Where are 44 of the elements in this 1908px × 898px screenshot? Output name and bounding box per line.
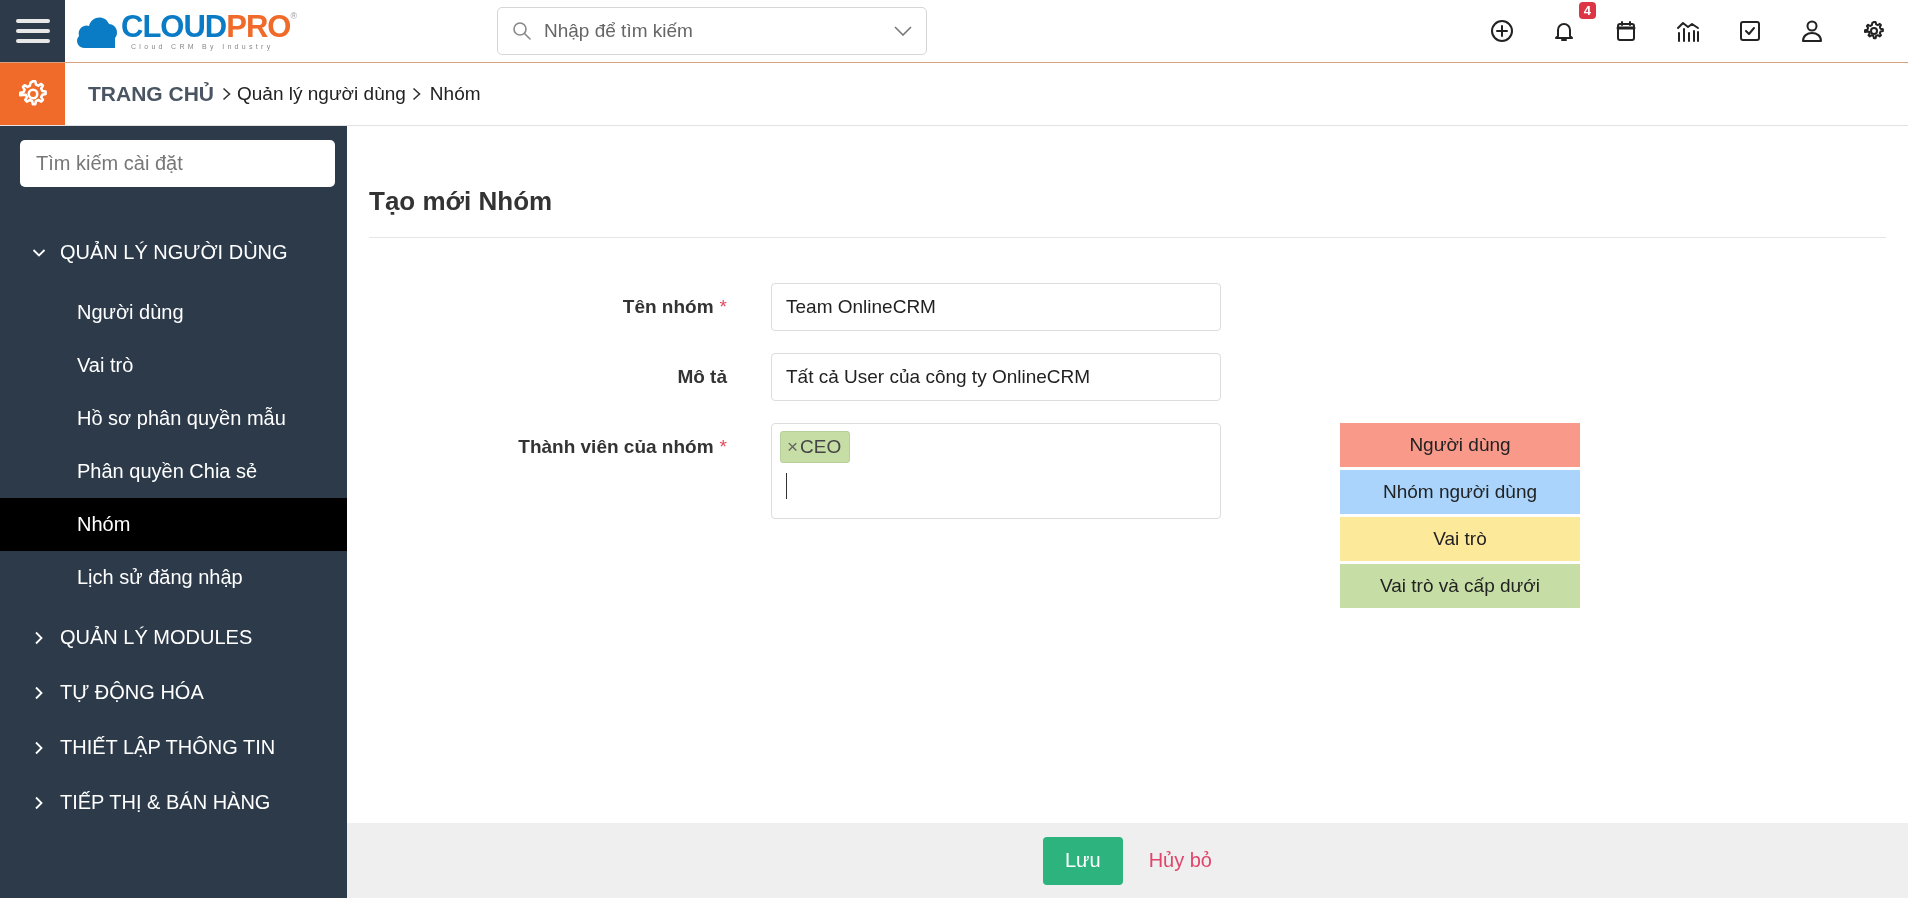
member-tag[interactable]: ×CEO [780, 431, 851, 463]
registered-mark: ® [290, 11, 298, 21]
user-icon [1800, 19, 1824, 43]
chevron-right-icon [411, 87, 421, 101]
field-label: Mô tả [677, 366, 727, 388]
cancel-link[interactable]: Hủy bỏ [1148, 849, 1212, 872]
members-field[interactable]: ×CEO [771, 423, 1221, 519]
field-label: Tên nhóm [622, 296, 714, 318]
search-icon [512, 21, 532, 41]
sidebar-section[interactable]: QUẢN LÝ NGƯỜI DÙNG [0, 225, 347, 280]
sidebar-item[interactable]: Người dùng [0, 286, 347, 339]
settings-search-field[interactable]: Tìm kiếm cài đặt [20, 140, 335, 187]
legend-item: Vai trò [1340, 517, 1580, 561]
plus-circle-icon [1490, 19, 1514, 43]
sidebar-section[interactable]: TỰ ĐỘNG HÓA [0, 665, 347, 720]
required-mark: * [719, 436, 727, 458]
search-field[interactable]: Nhập để tìm kiếm [497, 7, 927, 55]
field-label: Thành viên của nhóm [518, 436, 714, 458]
checkbox-icon [1738, 19, 1762, 43]
sidebar-item[interactable]: Phân quyền Chia sẻ [0, 445, 347, 498]
menu-icon [15, 18, 50, 44]
chevron-down-icon [894, 26, 912, 36]
sidebar-item[interactable]: Hồ sơ phân quyền mẫu [0, 392, 347, 445]
legend-item: Vai trò và cấp dưới [1340, 564, 1580, 608]
legend-item: Nhóm người dùng [1340, 470, 1580, 514]
breadcrumb-link[interactable]: TRANG CHỦ [88, 82, 214, 106]
logo-wordmark: CLOUDPRO [121, 11, 291, 43]
text-field[interactable]: Tất cả User của công ty OnlineCRM [771, 353, 1221, 401]
calendar-icon [1614, 19, 1638, 43]
chart-icon [1676, 19, 1700, 43]
required-mark: * [719, 296, 727, 318]
sidebar-item[interactable]: Lịch sử đăng nhập [0, 551, 347, 604]
text-field[interactable]: Team OnlineCRM [771, 283, 1221, 331]
form-title: Tạo mới Nhóm [369, 186, 1886, 238]
chevron-right-icon [222, 87, 231, 101]
sidebar-item[interactable]: Vai trò [0, 339, 347, 392]
sidebar-section[interactable]: TIẾP THỊ & BÁN HÀNG [0, 775, 347, 830]
sidebar-item[interactable]: Nhóm [0, 498, 347, 551]
notification-count: 4 [1578, 2, 1596, 19]
sidebar-section[interactable]: THIẾT LẬP THÔNG TIN [0, 720, 347, 775]
sidebar-section[interactable]: QUẢN LÝ MODULES [0, 610, 347, 665]
menu-button[interactable] [0, 0, 65, 62]
legend-item: Người dùng [1340, 423, 1580, 467]
breadcrumb-link[interactable]: Quản lý người dùng [237, 83, 406, 105]
